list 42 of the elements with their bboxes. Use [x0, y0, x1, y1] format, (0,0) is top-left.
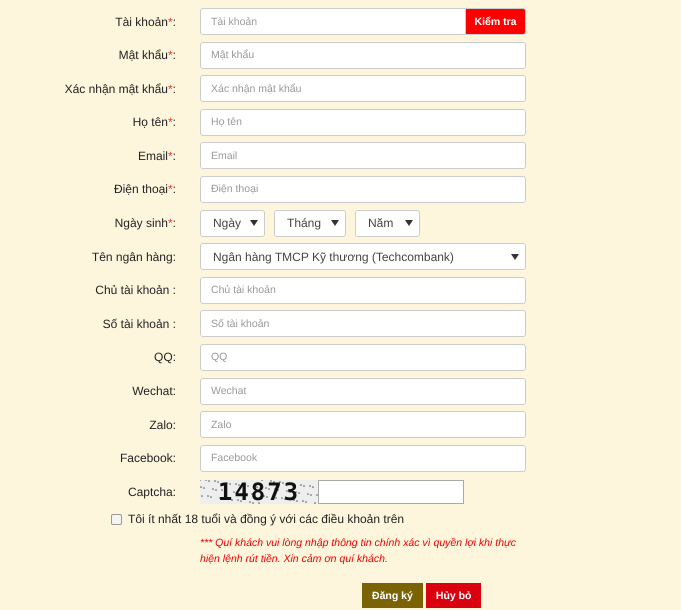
field-label: Captcha:: [126, 484, 176, 499]
text-field[interactable]: Wechat: [200, 378, 526, 405]
text-field[interactable]: Số tài khoản: [200, 310, 526, 338]
register-button[interactable]: Đăng ký: [362, 583, 423, 608]
dropdown[interactable]: Năm: [355, 210, 420, 237]
field-label: Điện thoại*:: [112, 182, 176, 196]
caret-icon: [331, 220, 339, 226]
captcha-field[interactable]: [318, 480, 464, 504]
caret-icon: [250, 220, 258, 226]
bank-dropdown[interactable]: Ngân hàng TMCP Kỹ thương (Techcombank): [200, 243, 526, 270]
field-label: Tài khoản*:: [114, 14, 176, 28]
agree-label: Tôi ít nhất 18 tuổi và đồng ý với các điều khoản trên: [128, 512, 404, 526]
field-label: Xác nhận mật khẩu*:: [64, 82, 176, 96]
dropdown[interactable]: Ngày: [200, 210, 265, 237]
text-field[interactable]: Tài khoản: [200, 8, 466, 35]
field-label: Email*:: [136, 148, 176, 163]
check-button[interactable]: Kiểm tra: [466, 8, 526, 35]
text-field[interactable]: Zalo: [200, 411, 526, 438]
notice-text: *** Quí khách vui lòng nhập thông tin chính xác vì quyền lợi khi thực hiện lệnh rút tiền. Xin cảm ơn quí khách.: [200, 536, 517, 568]
checkbox[interactable]: [111, 514, 122, 525]
field-label: Tên ngân hàng:: [90, 250, 176, 264]
field-label: Ngày sinh*:: [114, 216, 176, 230]
text-field[interactable]: QQ: [200, 344, 526, 371]
text-field[interactable]: Mật khẩu: [200, 42, 526, 69]
field-label: Chủ tài khoản :: [94, 283, 176, 298]
cancel-button[interactable]: Hủy bỏ: [426, 583, 482, 608]
dropdown[interactable]: Tháng: [274, 210, 346, 237]
text-field[interactable]: Chủ tài khoản: [200, 276, 526, 304]
text-field[interactable]: Điện thoại: [200, 176, 526, 203]
field-label: Facebook:: [118, 451, 176, 466]
field-label: Wechat:: [131, 384, 176, 398]
field-label: QQ:: [152, 350, 176, 364]
field-label: Mật khẩu*:: [118, 48, 176, 62]
text-field[interactable]: Họ tên: [200, 108, 526, 136]
field-label: Zalo:: [148, 418, 176, 432]
field-label: Họ tên*:: [132, 115, 176, 130]
caret-icon: [405, 220, 413, 226]
field-label: Số tài khoản :: [102, 316, 176, 331]
text-field[interactable]: Xác nhận mật khẩu: [200, 75, 526, 102]
text-field[interactable]: Email: [200, 142, 526, 170]
text-field[interactable]: Facebook: [200, 444, 526, 472]
caret-icon: [511, 254, 519, 260]
